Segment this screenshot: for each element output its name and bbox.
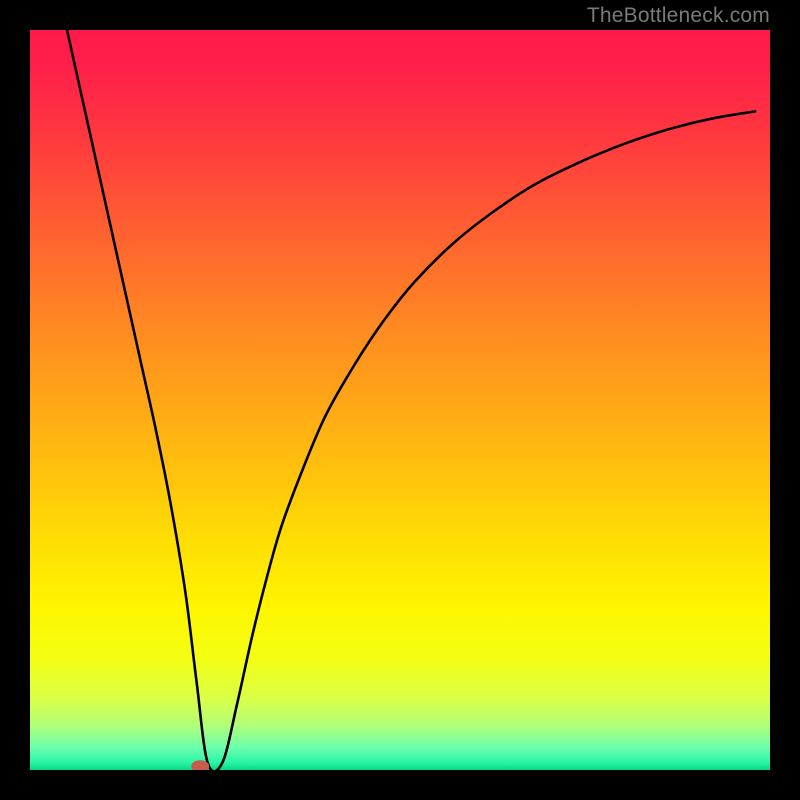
chart-container: TheBottleneck.com	[0, 0, 800, 800]
curve-layer	[30, 30, 770, 770]
bottleneck-curve	[67, 30, 755, 770]
watermark-text: TheBottleneck.com	[587, 4, 770, 28]
plot-area	[30, 30, 770, 770]
